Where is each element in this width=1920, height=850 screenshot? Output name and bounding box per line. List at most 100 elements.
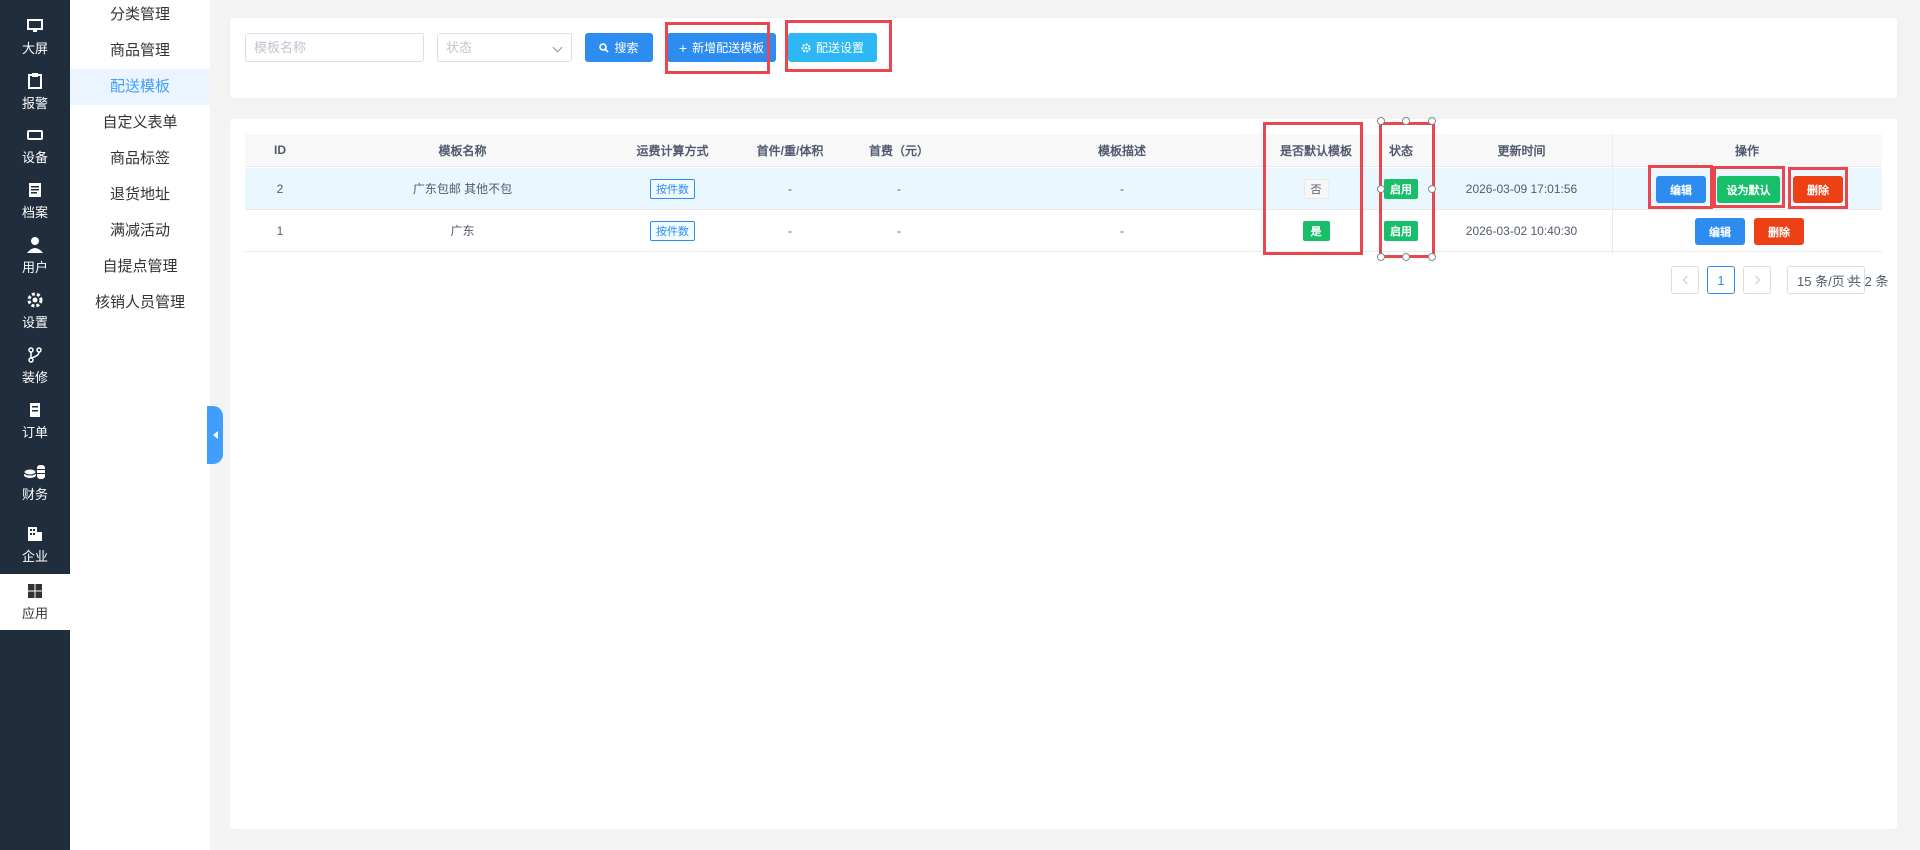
cell-default: 是	[1261, 210, 1371, 251]
submenu-item-pickup-points[interactable]: 自提点管理	[70, 249, 210, 285]
resize-handle[interactable]	[1402, 117, 1410, 125]
submenu-item-discount[interactable]: 满减活动	[70, 213, 210, 249]
filter-bar: 状态 搜索 + 新增配送模板 配送设置	[230, 18, 1897, 98]
col-actions: 操作	[1734, 143, 1759, 158]
cell-desc: -	[1120, 223, 1124, 238]
cell-desc: -	[1120, 181, 1124, 196]
search-button[interactable]: 搜索	[585, 33, 653, 62]
coins-icon	[23, 465, 45, 479]
delete-button[interactable]: 删除	[1793, 176, 1843, 203]
caret-left-icon	[212, 431, 218, 439]
nav-item-enterprise[interactable]: 企业	[0, 517, 70, 573]
col-first: 首件/重/体积	[756, 143, 824, 158]
status-select-placeholder: 状态	[446, 40, 473, 55]
cell-first: -	[788, 223, 792, 238]
search-button-label: 搜索	[614, 41, 639, 55]
template-table-card: ID 模板名称 运费计算方式 首件/重/体积 首费（元） 模板描述 是否默认模板…	[230, 119, 1897, 829]
nav-label: 设置	[21, 315, 48, 330]
cell-status: 启用	[1371, 210, 1431, 251]
page-size-label: 15 条/页	[1797, 273, 1845, 289]
nav-item-device[interactable]: 设备	[0, 118, 70, 174]
status-badge: 启用	[1384, 220, 1418, 241]
cell-first: -	[788, 181, 792, 196]
set-default-button[interactable]: 设为默认	[1717, 176, 1780, 203]
cell-fee: -	[897, 181, 901, 196]
nav-item-alarm[interactable]: 报警	[0, 64, 70, 120]
page-size-select[interactable]: 15 条/页	[1787, 266, 1865, 294]
nav-item-decorate[interactable]: 装修	[0, 338, 70, 394]
page-1-button[interactable]: 1	[1707, 266, 1735, 294]
cell-default: 否	[1261, 168, 1371, 209]
plus-icon: +	[678, 39, 688, 56]
cell-updated: 2026-03-02 10:40:30	[1465, 223, 1578, 238]
submenu-item-custom-form[interactable]: 自定义表单	[70, 105, 210, 141]
branch-icon	[28, 347, 42, 363]
add-template-button-label: 新增配送模板	[692, 41, 765, 55]
next-page-button[interactable]	[1743, 266, 1771, 294]
nav-label: 财务	[21, 487, 48, 502]
col-calc: 运费计算方式	[636, 143, 709, 158]
nav-label: 大屏	[21, 41, 48, 56]
main-nav: 大屏 报警 设备 档案 用户 设置 装修 订单 财务 企业 应用	[0, 0, 70, 850]
chevron-down-icon	[1846, 274, 1856, 284]
submenu-item-products[interactable]: 商品管理	[70, 33, 210, 69]
submenu-item-return-address[interactable]: 退货地址	[70, 177, 210, 213]
shipping-settings-button[interactable]: 配送设置	[788, 33, 877, 62]
resize-handle[interactable]	[1402, 253, 1410, 261]
collapse-sidebar-button[interactable]	[207, 406, 223, 464]
col-updated: 更新时间	[1497, 143, 1546, 158]
resize-handle[interactable]	[1428, 117, 1436, 125]
cell-updated: 2026-03-09 17:01:56	[1465, 181, 1578, 196]
submenu-item-category[interactable]: 分类管理	[70, 0, 210, 33]
cell-id: 2	[276, 181, 284, 196]
edit-button[interactable]: 编辑	[1656, 176, 1706, 203]
resize-handle[interactable]	[1428, 253, 1436, 261]
actions-divider	[1612, 134, 1613, 253]
nav-item-order[interactable]: 订单	[0, 393, 70, 449]
calc-tag: 按件数	[650, 178, 695, 199]
order-icon	[30, 403, 40, 417]
resize-handle[interactable]	[1377, 117, 1385, 125]
delete-button[interactable]: 删除	[1754, 218, 1804, 245]
nav-item-user[interactable]: 用户	[0, 228, 70, 284]
resize-handle[interactable]	[1377, 253, 1385, 261]
template-name-input[interactable]	[245, 33, 424, 62]
cell-calc: 按件数	[610, 168, 735, 209]
monitor-icon	[27, 19, 43, 32]
submenu-item-shipping-template[interactable]: 配送模板	[70, 69, 210, 105]
nav-item-apps[interactable]: 应用	[0, 574, 70, 630]
table-header: ID 模板名称 运费计算方式 首件/重/体积 首费（元） 模板描述 是否默认模板…	[245, 134, 1882, 167]
col-id: ID	[274, 143, 286, 157]
chevron-left-icon	[1682, 275, 1691, 285]
nav-label: 企业	[21, 549, 48, 564]
nav-item-finance[interactable]: 财务	[0, 455, 70, 511]
table-row: 2 广东包邮 其他不包 按件数 - - - 否 启用 2026-03-09 17…	[245, 168, 1882, 210]
nav-label: 报警	[21, 96, 48, 111]
nav-item-archive[interactable]: 档案	[0, 173, 70, 229]
nav-label: 档案	[21, 205, 48, 220]
status-select[interactable]: 状态	[437, 33, 572, 62]
submenu-item-verifiers[interactable]: 核销人员管理	[70, 285, 210, 321]
resize-handle[interactable]	[1377, 185, 1385, 193]
cell-id: 1	[276, 223, 284, 238]
archive-icon	[29, 183, 41, 197]
edit-button[interactable]: 编辑	[1695, 218, 1745, 245]
windows-icon	[28, 584, 42, 598]
nav-item-dashboard[interactable]: 大屏	[0, 9, 70, 65]
chevron-down-icon	[552, 42, 563, 53]
nav-item-settings[interactable]: 设置	[0, 283, 70, 339]
default-tag: 是	[1302, 220, 1330, 241]
nav-label: 设备	[21, 150, 48, 165]
clipboard-icon	[28, 73, 42, 89]
shipping-settings-button-label: 配送设置	[815, 41, 864, 55]
nav-label: 应用	[21, 606, 48, 621]
col-name: 模板名称	[438, 143, 487, 158]
status-badge: 启用	[1384, 178, 1418, 199]
nav-label: 装修	[21, 370, 48, 385]
prev-page-button[interactable]	[1671, 266, 1699, 294]
add-template-button[interactable]: + 新增配送模板	[667, 33, 776, 62]
col-status: 状态	[1388, 143, 1413, 158]
resize-handle[interactable]	[1428, 185, 1436, 193]
cell-name: 广东	[450, 224, 475, 238]
submenu-item-product-tags[interactable]: 商品标签	[70, 141, 210, 177]
